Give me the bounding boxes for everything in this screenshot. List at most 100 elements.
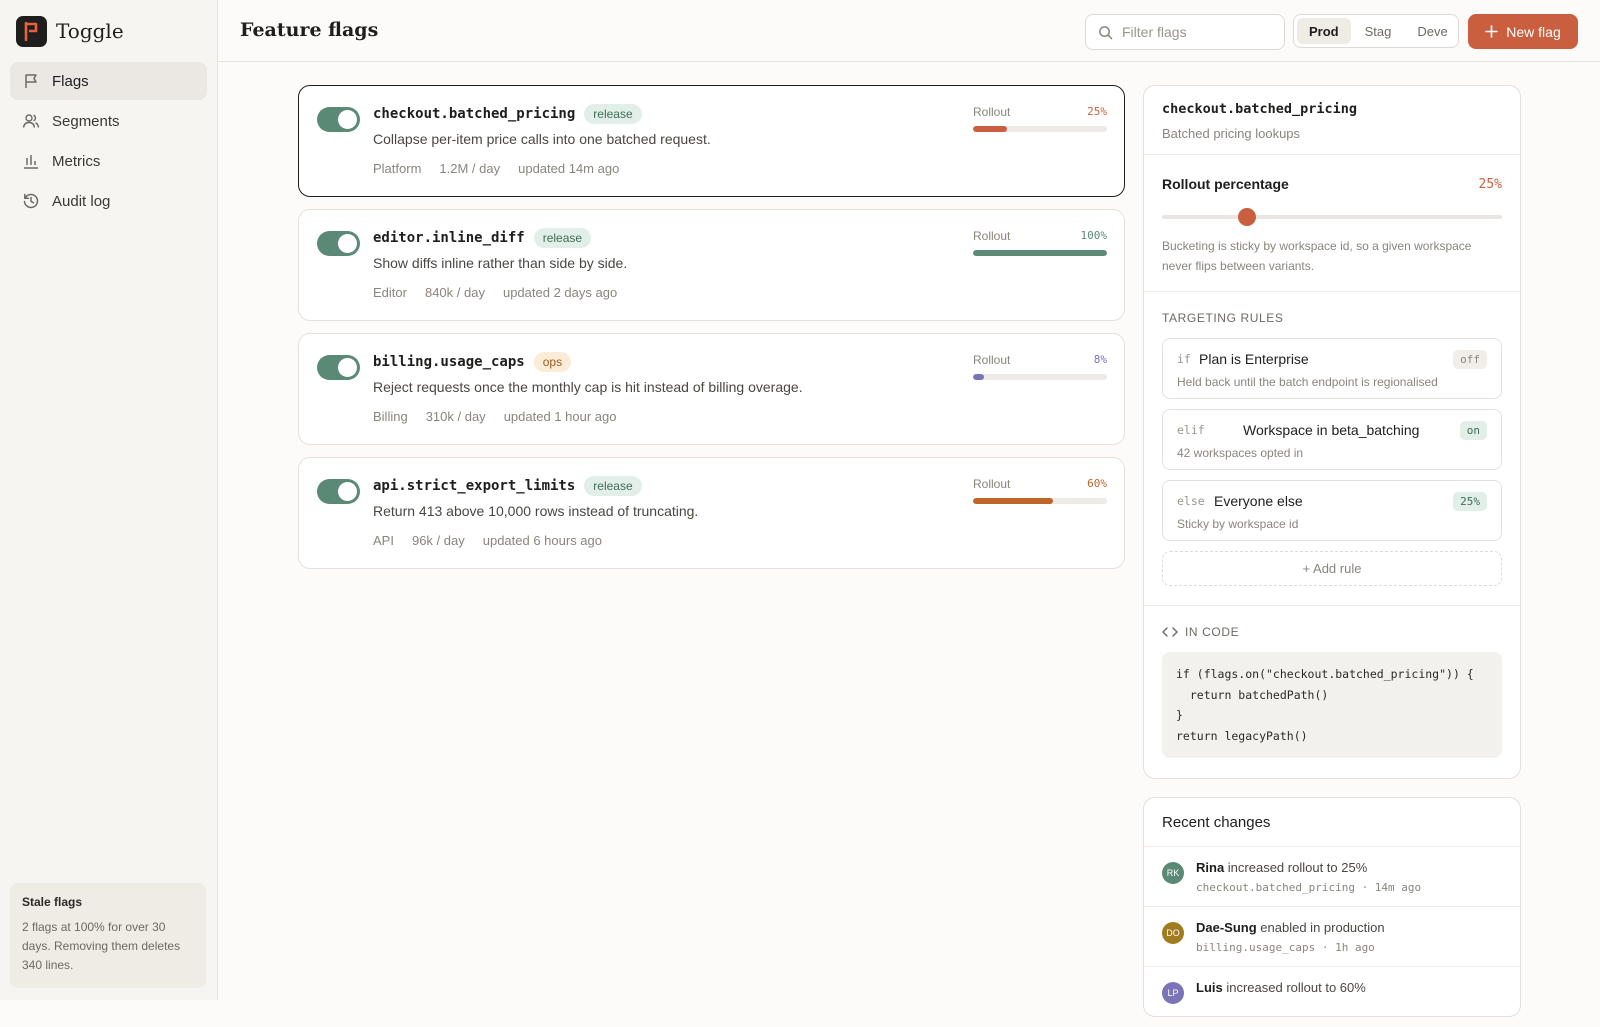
flag-head: editor.inline_diff release — [373, 228, 592, 248]
code-icon — [1162, 627, 1178, 637]
flag-tag: release — [584, 104, 642, 124]
rollout-track — [973, 498, 1107, 504]
flag-description: Reject requests once the monthly cap is … — [373, 379, 803, 395]
search-box[interactable] — [1085, 14, 1285, 50]
sidebar-item-segments[interactable]: Segments — [10, 102, 207, 140]
rollout-meter: Rollout 100% — [973, 229, 1107, 256]
rule-status-badge[interactable]: off — [1453, 350, 1487, 369]
toggle-knob — [338, 358, 357, 377]
flag-toggle[interactable] — [317, 231, 360, 256]
add-rule-button[interactable]: + Add rule — [1162, 551, 1502, 586]
search-icon — [1099, 25, 1113, 39]
flag-card[interactable]: billing.usage_caps ops Reject requests o… — [298, 333, 1125, 445]
targeting-rule[interactable]: else Everyone else 25% Sticky by workspa… — [1162, 480, 1502, 541]
detail-header: checkout.batched_pricing Batched pricing… — [1144, 101, 1520, 155]
flag-toggle[interactable] — [317, 479, 360, 504]
flag-team: Platform — [373, 161, 422, 176]
new-flag-button[interactable]: New flag — [1468, 14, 1578, 49]
flag-toggle[interactable] — [317, 355, 360, 380]
flag-tag: release — [584, 476, 642, 496]
flag-description: Show diffs inline rather than side by si… — [373, 255, 628, 271]
brand[interactable]: Toggle — [0, 0, 217, 62]
flag-name: billing.usage_caps — [373, 354, 525, 370]
code-caption-label: IN CODE — [1185, 625, 1240, 639]
env-option-staging[interactable]: Stag — [1353, 18, 1404, 44]
detail-subtitle: Batched pricing lookups — [1162, 126, 1301, 141]
flag-updated: updated 1 hour ago — [503, 409, 617, 424]
flag-toggle[interactable] — [317, 107, 360, 132]
rollout-label: Rollout — [973, 477, 1011, 491]
change-item[interactable]: DO Dae-Sung enabled in production billin… — [1144, 907, 1520, 967]
rollout-label: Rollout — [973, 229, 1011, 243]
flag-card[interactable]: editor.inline_diff release Show diffs in… — [298, 209, 1125, 321]
rule-title: Plan is Enterprise — [1199, 351, 1309, 367]
flag-team: Billing — [373, 409, 408, 424]
rollout-track — [973, 126, 1107, 132]
change-item[interactable]: LP Luis increased rollout to 60% — [1144, 967, 1520, 1027]
change-item[interactable]: RK Rina increased rollout to 25% checkou… — [1144, 847, 1520, 907]
rollout-meter: Rollout 25% — [973, 105, 1107, 132]
env-option-prod[interactable]: Prod — [1297, 18, 1351, 44]
rule-title: Workspace in beta_batching — [1243, 422, 1420, 438]
search-input[interactable] — [1122, 24, 1272, 40]
new-flag-label: New flag — [1506, 23, 1561, 40]
avatar: RK — [1162, 862, 1184, 884]
stale-flags-callout[interactable]: Stale flags 2 flags at 100% for over 30 … — [10, 883, 206, 988]
code-caption: IN CODE — [1162, 625, 1502, 639]
flag-volume: 310k / day — [425, 409, 486, 424]
code-snippet: if (flags.on("checkout.batched_pricing")… — [1162, 652, 1502, 758]
rule-title: Everyone else — [1214, 493, 1303, 509]
flag-volume: 840k / day — [424, 285, 485, 300]
targeting-caption: TARGETING RULES — [1162, 311, 1284, 325]
flag-head: api.strict_export_limits release — [373, 476, 642, 496]
code-section: IN CODE if (flags.on("checkout.batched_p… — [1144, 625, 1520, 758]
rollout-fill — [973, 374, 984, 380]
sidebar-item-audit-log[interactable]: Audit log — [10, 182, 207, 220]
rollout-percent: 60% — [1087, 477, 1107, 490]
rule-status-badge[interactable]: 25% — [1453, 492, 1487, 511]
flag-volume: 1.2M / day — [439, 161, 501, 176]
change-summary: Dae-Sung enabled in production — [1196, 920, 1385, 935]
env-option-development[interactable]: Deve — [1405, 18, 1459, 44]
flag-meta: Billing 310k / day updated 1 hour ago — [373, 409, 616, 424]
change-meta: billing.usage_caps · 1h ago — [1196, 941, 1375, 954]
rollout-percent: 100% — [1080, 229, 1108, 242]
logo-icon — [16, 15, 47, 47]
targeting-rule[interactable]: elif Workspace in beta_batching on 42 wo… — [1162, 409, 1502, 470]
flag-card[interactable]: checkout.batched_pricing release Collaps… — [298, 85, 1125, 197]
flag-icon — [25, 74, 37, 88]
change-action: increased rollout to 60% — [1226, 980, 1366, 995]
rule-status-badge[interactable]: on — [1459, 421, 1487, 440]
targeting-section: TARGETING RULES if Plan is Enterprise of… — [1144, 311, 1520, 606]
page-title: Feature flags — [240, 19, 379, 41]
flag-card[interactable]: api.strict_export_limits release Return … — [298, 457, 1125, 569]
flag-detail-panel: checkout.batched_pricing Batched pricing… — [1143, 85, 1521, 779]
bucketing-note: Bucketing is sticky by workspace id, so … — [1162, 239, 1472, 273]
bar-chart-icon — [24, 155, 38, 169]
flag-name: api.strict_export_limits — [373, 478, 576, 494]
sidebar: Toggle Flags Segments Metrics Audit log … — [0, 0, 218, 1000]
slider-thumb[interactable] — [1238, 208, 1256, 226]
flag-updated: updated 14m ago — [518, 161, 620, 176]
sidebar-item-flags[interactable]: Flags — [10, 62, 207, 100]
flag-name: checkout.batched_pricing — [373, 106, 576, 122]
rule-description: Held back until the batch endpoint is re… — [1177, 375, 1438, 389]
rollout-percentage-label: Rollout percentage — [1162, 176, 1289, 192]
toggle-knob — [338, 234, 357, 253]
topbar: Feature flags Prod Stag Deve New flag — [218, 0, 1600, 62]
environment-switcher: Prod Stag Deve — [1293, 14, 1459, 48]
rule-description: Sticky by workspace id — [1177, 517, 1299, 531]
change-action: enabled in production — [1260, 920, 1385, 935]
sidebar-item-metrics[interactable]: Metrics — [10, 142, 207, 180]
targeting-rule[interactable]: if Plan is Enterprise off Held back unti… — [1162, 338, 1502, 399]
rollout-track — [973, 374, 1107, 380]
change-meta: checkout.batched_pricing · 14m ago — [1196, 881, 1422, 894]
users-icon — [22, 114, 40, 128]
change-summary: Rina increased rollout to 25% — [1196, 860, 1367, 875]
rollout-fill — [973, 498, 1054, 504]
sidebar-nav: Flags Segments Metrics Audit log — [0, 62, 217, 220]
rollout-slider[interactable] — [1162, 207, 1502, 227]
rollout-percent: 8% — [1093, 353, 1107, 366]
rollout-track — [973, 250, 1107, 256]
plus-icon — [1485, 25, 1499, 38]
